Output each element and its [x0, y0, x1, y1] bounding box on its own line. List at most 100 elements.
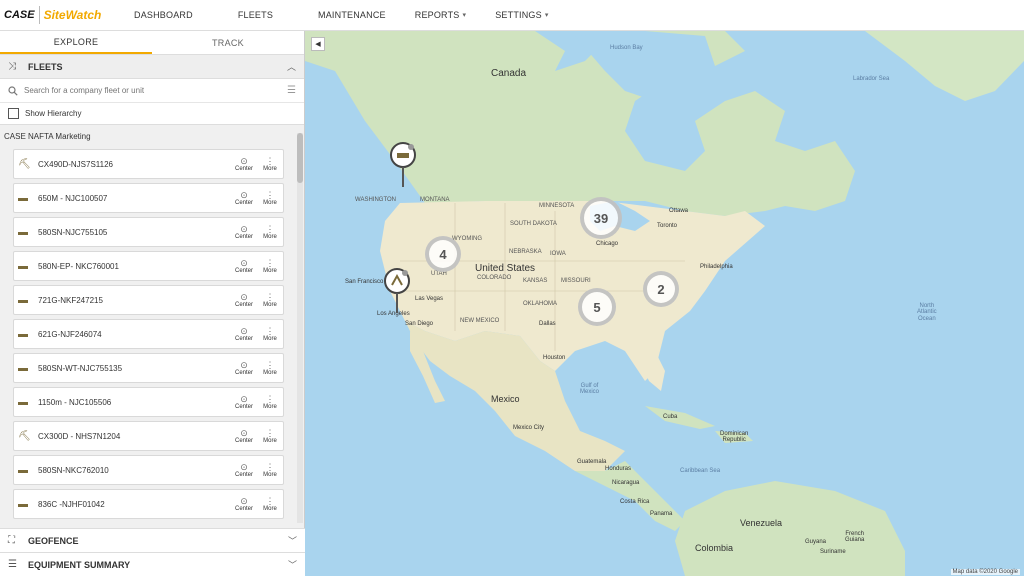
case-logo-text: CASE: [4, 9, 35, 21]
center-button[interactable]: ⊙ Center: [231, 292, 257, 308]
machine-icon: ▬: [18, 294, 28, 306]
machine-icon: ▬: [18, 328, 28, 340]
top-navbar: CASE SiteWatch DASHBOARD FLEETS MAINTENA…: [0, 0, 1024, 31]
unit-row[interactable]: ▬ 580SN-WT-NJC755135 ⊙ Center ⋮ More: [13, 353, 284, 383]
fleet-search-input[interactable]: [24, 86, 288, 95]
more-vertical-icon: ⋮: [265, 292, 275, 302]
brand-logo[interactable]: CASE SiteWatch: [0, 0, 115, 31]
center-button[interactable]: ⊙ Center: [231, 462, 257, 478]
more-button[interactable]: ⋮ More: [257, 462, 283, 478]
equipment-summary-header[interactable]: ☰ EQUIPMENT SUMMARY ﹀: [0, 552, 305, 576]
logo-divider: [38, 6, 40, 24]
nav-settings[interactable]: SETTINGS ▾: [495, 0, 548, 31]
unit-row[interactable]: ⛏ CX300D - NHS7N1204 ⊙ Center ⋮ More: [13, 421, 284, 451]
fleets-section-header[interactable]: ⤨ FLEETS ︿: [0, 55, 304, 79]
map-label-cuba: Cuba: [663, 414, 678, 420]
unit-name: 721G-NKF247215: [38, 295, 103, 305]
unit-row[interactable]: ▬ 1150m - NJC105506 ⊙ Center ⋮ More: [13, 387, 284, 417]
more-button[interactable]: ⋮ More: [257, 224, 283, 240]
map-view[interactable]: ◀ Hudson Bay Labrador Sea Canada United Sta…: [305, 31, 1024, 576]
cuba-land: [645, 406, 715, 429]
more-button[interactable]: ⋮ More: [257, 190, 283, 206]
nav-maintenance[interactable]: MAINTENANCE: [318, 0, 386, 31]
unit-name: 580SN-NJC755105: [38, 227, 108, 237]
map-label-gulf: Gulf of Mexico: [580, 383, 600, 396]
map-label-nebraska: NEBRASKA: [509, 249, 542, 255]
more-label: More: [263, 506, 277, 512]
map-label-colorado: COLORADO: [477, 275, 512, 281]
unit-row[interactable]: ⛏ CX490D-NJS7S1126 ⊙ Center ⋮ More: [13, 149, 284, 179]
scrollbar-thumb[interactable]: [297, 133, 303, 183]
center-button[interactable]: ⊙ Center: [231, 326, 257, 342]
nav-reports[interactable]: REPORTS ▾: [415, 0, 466, 31]
map-label-nicaragua: Nicaragua: [612, 480, 640, 486]
chevron-down-icon[interactable]: ﹀: [288, 558, 297, 571]
nav-fleets[interactable]: FLEETS: [238, 0, 273, 31]
map-cluster[interactable]: 39: [580, 197, 622, 239]
chevron-down-icon[interactable]: ﹀: [288, 534, 297, 547]
collapse-panel-button[interactable]: ◀: [311, 37, 325, 51]
map-label-montana: MONTANA: [420, 197, 450, 203]
south-america-land: [675, 481, 905, 576]
map-label-san-francisco: San Francisco: [345, 279, 384, 285]
more-label: More: [263, 302, 277, 308]
map-label-new-mexico: NEW MEXICO: [460, 318, 500, 324]
more-button[interactable]: ⋮ More: [257, 394, 283, 410]
unit-row[interactable]: ▬ 836C -NJHF01042 ⊙ Center ⋮ More: [13, 489, 284, 519]
unit-row[interactable]: ▬ 580SN-NJC755105 ⊙ Center ⋮ More: [13, 217, 284, 247]
scrollbar-track[interactable]: [297, 133, 303, 523]
center-button[interactable]: ⊙ Center: [231, 258, 257, 274]
map-cluster[interactable]: 4: [425, 236, 461, 272]
nav-dashboard[interactable]: DASHBOARD: [134, 0, 193, 31]
map-label-costa-rica: Costa Rica: [620, 499, 650, 505]
geofence-icon: ⛶: [8, 535, 15, 546]
unit-name: 580N-EP- NKC760001: [38, 261, 119, 271]
main-nav: DASHBOARD FLEETS MAINTENANCE REPORTS ▾ SE…: [115, 0, 549, 31]
nav-maintenance-label: MAINTENANCE: [318, 10, 386, 20]
unit-row[interactable]: ▬ 650M - NJC100507 ⊙ Center ⋮ More: [13, 183, 284, 213]
machine-icon: ▬: [18, 192, 28, 204]
map-label-dominican: Dominican Republic: [720, 431, 749, 444]
center-button[interactable]: ⊙ Center: [231, 156, 257, 172]
more-vertical-icon: ⋮: [265, 360, 275, 370]
more-button[interactable]: ⋮ More: [257, 496, 283, 512]
more-button[interactable]: ⋮ More: [257, 156, 283, 172]
filter-sliders-icon[interactable]: ☰: [287, 85, 296, 96]
crosshair-icon: ⊙: [240, 496, 248, 506]
more-button[interactable]: ⋮ More: [257, 428, 283, 444]
more-vertical-icon: ⋮: [265, 428, 275, 438]
map-label-kansas: KANSAS: [523, 278, 548, 284]
more-button[interactable]: ⋮ More: [257, 360, 283, 376]
more-label: More: [263, 234, 277, 240]
more-button[interactable]: ⋮ More: [257, 258, 283, 274]
unit-row[interactable]: ▬ 580N-EP- NKC760001 ⊙ Center ⋮ More: [13, 251, 284, 281]
show-hierarchy-row[interactable]: Show Hierarchy: [0, 103, 304, 125]
more-button[interactable]: ⋮ More: [257, 326, 283, 342]
center-label: Center: [234, 506, 253, 512]
chevron-up-icon[interactable]: ︿: [287, 60, 296, 73]
sidebar-tabs: EXPLORE TRACK: [0, 31, 304, 55]
map-label-missouri: MISSOURI: [561, 278, 591, 284]
center-button[interactable]: ⊙ Center: [231, 224, 257, 240]
center-button[interactable]: ⊙ Center: [231, 190, 257, 206]
machine-icon: ▬: [18, 498, 28, 510]
center-button[interactable]: ⊙ Center: [231, 428, 257, 444]
unit-row[interactable]: ▬ 621G-NJF246074 ⊙ Center ⋮ More: [13, 319, 284, 349]
geofence-section-header[interactable]: ⛶ GEOFENCE ﹀: [0, 528, 305, 552]
more-button[interactable]: ⋮ More: [257, 292, 283, 308]
nav-dashboard-label: DASHBOARD: [134, 10, 193, 20]
center-button[interactable]: ⊙ Center: [231, 360, 257, 376]
map-cluster[interactable]: 5: [578, 288, 616, 326]
unit-row[interactable]: ▬ 721G-NKF247215 ⊙ Center ⋮ More: [13, 285, 284, 315]
map-label-venezuela: Venezuela: [740, 518, 783, 528]
unit-row[interactable]: ▬ 580SN-NKC762010 ⊙ Center ⋮ More: [13, 455, 284, 485]
tab-explore[interactable]: EXPLORE: [0, 31, 152, 54]
map-label-honduras: Honduras: [605, 466, 632, 472]
center-button[interactable]: ⊙ Center: [231, 496, 257, 512]
tab-track[interactable]: TRACK: [152, 31, 304, 54]
map-cluster[interactable]: 2: [643, 271, 679, 307]
center-label: Center: [234, 336, 253, 342]
show-hierarchy-checkbox[interactable]: [8, 108, 19, 119]
center-button[interactable]: ⊙ Center: [231, 394, 257, 410]
machine-icon: ▬: [18, 226, 28, 238]
